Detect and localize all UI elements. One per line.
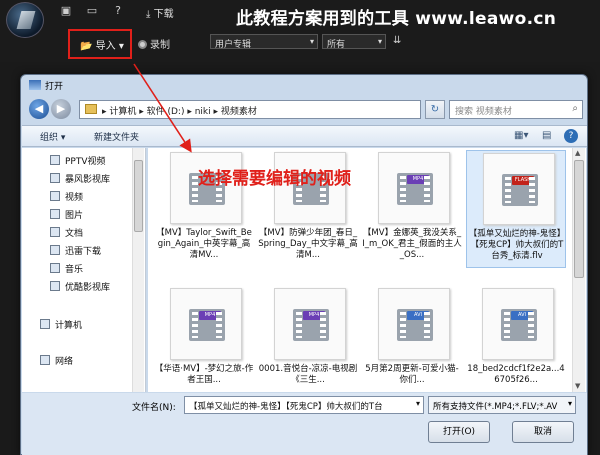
file-tile-selected[interactable]: FLASH 【孤单又灿烂的神-鬼怪】【死鬼CP】帅大叔们的T台秀_标清.flv — [466, 150, 566, 268]
import-button[interactable]: 📂 导入 ▾ — [68, 29, 132, 59]
app-logo[interactable] — [6, 2, 44, 38]
file-tile[interactable]: MP4 【MV】金娜英_我没关系_I_m_OK_君主_假面的主人_OS... — [362, 150, 462, 268]
video-thumbnail: MP4 — [170, 288, 242, 360]
media-toolbar: 📂 导入 ▾ 录制 用户专辑 ▾ 所有 ▾ ⇊ — [50, 28, 600, 59]
filename-label: 文件名(N): — [132, 403, 176, 413]
cancel-button[interactable]: 取消 — [512, 421, 574, 443]
save-icon[interactable]: ▣ — [60, 5, 72, 17]
avi-file-icon: AVI — [397, 309, 433, 341]
nav-scrollbar[interactable] — [132, 148, 144, 392]
download-button[interactable]: ⤓ 下载 — [146, 5, 174, 20]
file-scrollbar[interactable]: ▲ ▼ — [572, 148, 585, 392]
file-name: 【MV】金娜英_我没关系_I_m_OK_君主_假面的主人_OS... — [362, 228, 462, 260]
library-icon — [50, 173, 60, 183]
flash-file-icon: FLASH — [502, 174, 538, 206]
file-tile[interactable]: MP4 0001.音悦台-凉凉-电视剧《三生... — [258, 286, 358, 392]
back-button[interactable]: ◀ — [29, 99, 49, 119]
mp4-file-icon: MP4 — [189, 309, 225, 341]
record-button[interactable]: 录制 — [138, 36, 170, 51]
file-type-badge: MP4 — [303, 311, 325, 320]
record-icon — [138, 40, 147, 49]
file-name: 18_bed2cdcf1f2e2a...46705f26... — [467, 364, 565, 385]
library-icon — [50, 245, 60, 255]
dialog-title: 打开 — [29, 79, 63, 92]
file-type-badge: AVI — [407, 311, 429, 320]
filter-select[interactable]: 所有 ▾ — [322, 34, 386, 50]
file-type-badge: FLASH — [512, 176, 534, 185]
filename-input[interactable]: 【孤单又灿烂的神-鬼怪】【死鬼CP】帅大叔们的T台 ▾ — [184, 396, 424, 414]
scroll-up-icon[interactable]: ▲ — [575, 149, 580, 157]
mp4-file-icon: MP4 — [397, 173, 433, 205]
file-tile[interactable]: AVI 18_bed2cdcf1f2e2a...46705f26... — [466, 286, 566, 392]
file-name: 【MV】Taylor_Swift_Begin_Again_中英字幕_高清MV..… — [156, 228, 252, 260]
documents-icon — [50, 227, 60, 237]
library-icon — [50, 281, 60, 291]
album-select[interactable]: 用户专辑 ▾ — [210, 34, 318, 50]
chevron-down-icon: ▾ — [118, 41, 124, 52]
file-name: 【华语·MV】-梦幻之旅-作者王国... — [154, 364, 254, 385]
address-bar[interactable]: ▸ 计算机 ▸ 软件 (D:) ▸ niki ▸ 视频素材 — [79, 100, 421, 119]
help-icon[interactable]: ? — [112, 5, 124, 17]
computer-icon — [40, 319, 50, 329]
folder-icon: 📂 — [80, 41, 93, 52]
search-icon: ⌕ — [572, 103, 578, 114]
library-icon — [50, 155, 60, 165]
organize-button[interactable]: 组织 ▾ — [40, 130, 65, 143]
video-library-icon — [50, 191, 60, 201]
video-thumbnail: MP4 — [378, 152, 450, 224]
mp4-file-icon: MP4 — [293, 309, 329, 341]
file-type-badge: MP4 — [199, 311, 221, 320]
avi-file-icon: AVI — [501, 309, 537, 341]
open-button[interactable]: 打开(O) — [428, 421, 490, 443]
search-input[interactable]: 搜索 视频素材 ⌕ — [449, 100, 583, 119]
chevron-down-icon: ▾ — [567, 399, 572, 408]
file-name: 5月第2周更新-可爱小猫-你们... — [365, 364, 459, 385]
scroll-down-icon[interactable]: ▼ — [575, 382, 580, 390]
open-file-dialog: 打开 ◀ ▶ ▸ 计算机 ▸ 软件 (D:) ▸ niki ▸ 视频素材 ↻ 搜… — [20, 74, 588, 455]
pictures-icon — [50, 209, 60, 219]
sort-icon[interactable]: ⇊ — [393, 35, 401, 46]
video-thumbnail: MP4 — [274, 288, 346, 360]
video-thumbnail: AVI — [482, 288, 554, 360]
dialog-footer: 文件名(N): 【孤单又灿烂的神-鬼怪】【死鬼CP】帅大叔们的T台 ▾ 所有支持文… — [22, 393, 587, 455]
file-type-badge: AVI — [511, 311, 533, 320]
download-icon: ⤓ — [146, 9, 151, 20]
chevron-down-icon[interactable]: ▾ — [416, 399, 420, 408]
scrollbar-thumb[interactable] — [574, 160, 584, 278]
app-window-icon — [29, 80, 41, 90]
chevron-down-icon: ▾ — [309, 37, 314, 46]
video-thumbnail: AVI — [378, 288, 450, 360]
file-tile[interactable]: MP4 【华语·MV】-梦幻之旅-作者王国... — [154, 286, 254, 392]
folder-icon — [85, 104, 97, 114]
file-type-badge: MP4 — [407, 175, 429, 184]
file-name: 【MV】防弹少年团_春日_Spring_Day_中文字幕_高清M... — [258, 228, 358, 260]
chevron-down-icon: ▾ — [377, 37, 382, 46]
filetype-select[interactable]: 所有支持文件(*.MP4;*.FLV;*.AV ▾ — [428, 396, 576, 414]
command-bar: 组织 ▾ 新建文件夹 ▦▾ ▤ ? — [22, 125, 587, 147]
network-icon — [40, 355, 50, 365]
file-name: 【孤单又灿烂的神-鬼怪】【死鬼CP】帅大叔们的T台秀_标清.flv — [468, 229, 566, 261]
tutorial-annotation: 选择需要编辑的视频 — [198, 169, 351, 189]
new-folder-button[interactable]: 新建文件夹 — [94, 130, 139, 143]
address-row: ◀ ▶ ▸ 计算机 ▸ 软件 (D:) ▸ niki ▸ 视频素材 ↻ 搜索 视… — [27, 97, 583, 121]
navigation-pane: PPTV视频 暴风影视库 视频 图片 文档 迅雷下载 音乐 优酷影视库 计算机 … — [22, 148, 146, 392]
tutorial-banner: 此教程方案用到的工具 www.leawo.cn — [236, 9, 557, 29]
video-thumbnail: FLASH — [483, 153, 555, 225]
help-icon[interactable]: ? — [564, 129, 578, 143]
view-options-icon[interactable]: ▦▾ — [514, 130, 528, 141]
music-icon — [50, 263, 60, 273]
scrollbar-thumb[interactable] — [134, 160, 143, 232]
refresh-button[interactable]: ↻ — [425, 100, 445, 119]
forward-button[interactable]: ▶ — [51, 99, 71, 119]
file-tile[interactable]: AVI 5月第2周更新-可爱小猫-你们... — [362, 286, 462, 392]
file-name: 0001.音悦台-凉凉-电视剧《三生... — [258, 364, 358, 385]
app-toolbar: ▣ ▭ ? ⤓ 下载 此教程方案用到的工具 www.leawo.cn 📂 导入 … — [0, 0, 600, 62]
preview-pane-icon[interactable]: ▤ — [542, 130, 551, 141]
chat-icon[interactable]: ▭ — [86, 5, 98, 17]
